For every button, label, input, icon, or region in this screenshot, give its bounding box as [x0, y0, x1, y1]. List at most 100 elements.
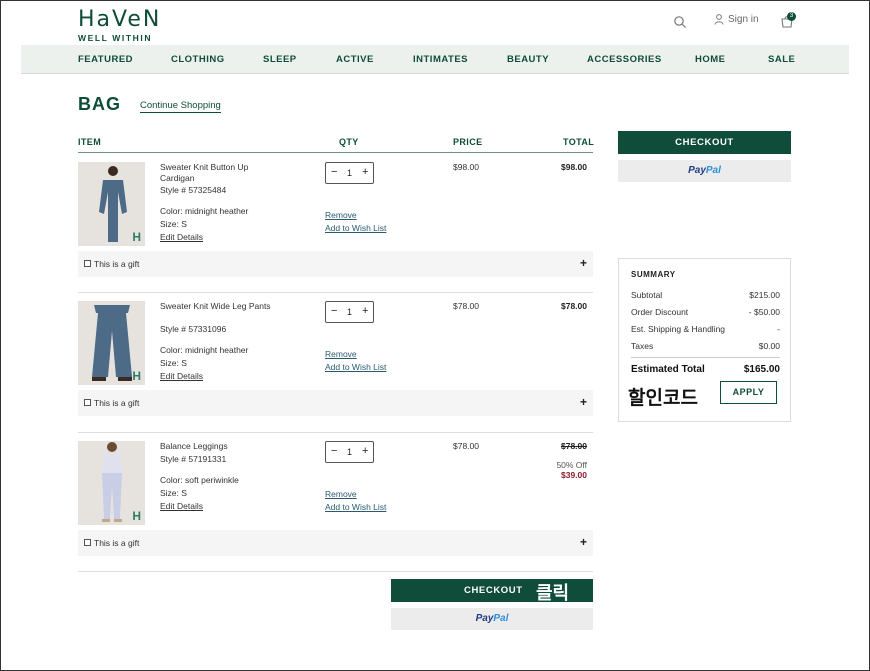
gift-checkbox[interactable] [84, 539, 91, 546]
expand-plus-icon[interactable]: + [580, 395, 587, 409]
logo-wordmark: HaVeN [78, 7, 162, 32]
main-nav: FEATURED CLOTHING SLEEP ACTIVE INTIMATES… [21, 45, 849, 74]
paypal-button[interactable]: PayPal [618, 160, 791, 182]
column-header-qty: QTY [339, 137, 359, 147]
nav-active[interactable]: ACTIVE [336, 54, 374, 65]
column-header-price: PRICE [453, 137, 483, 147]
estimated-total-label: Estimated Total [631, 364, 705, 375]
item-divider [78, 292, 593, 293]
quantity-value[interactable]: 1 [347, 168, 352, 178]
nav-beauty[interactable]: BEAUTY [507, 54, 549, 65]
summary-label: Taxes [631, 341, 654, 351]
item-price: $78.00 [453, 441, 479, 451]
item-total: $78.00 [561, 301, 587, 311]
apply-promo-button[interactable]: APPLY [720, 381, 777, 404]
edit-details-link[interactable]: Edit Details [160, 501, 203, 511]
quantity-plus-button[interactable]: + [362, 166, 368, 178]
summary-row-taxes: Taxes $0.00 [631, 341, 780, 351]
item-divider [78, 432, 593, 433]
summary-row-discount: Order Discount - $50.00 [631, 307, 780, 317]
signin-label: Sign in [728, 14, 759, 25]
product-name[interactable]: Sweater Knit Wide Leg Pants [160, 301, 280, 312]
user-icon [714, 14, 724, 25]
click-annotation: 클릭 [536, 583, 570, 604]
page-title: BAG [78, 94, 121, 114]
gift-option-row[interactable]: This is a gift + [78, 390, 593, 416]
product-color: Color: midnight heather [160, 345, 249, 355]
summary-title: SUMMARY [631, 270, 676, 279]
product-style: Style # 57325484 [160, 185, 227, 195]
remove-link[interactable]: Remove [325, 349, 357, 359]
quantity-value[interactable]: 1 [347, 307, 352, 317]
estimated-total: Estimated Total $165.00 [631, 364, 780, 375]
quantity-value[interactable]: 1 [347, 447, 352, 457]
paypal-logo-pay: Pay [688, 165, 706, 176]
gift-label: This is a gift [94, 398, 140, 408]
product-image[interactable]: H [78, 441, 145, 525]
item-original-total: $78.00 [561, 441, 587, 451]
edit-details-link[interactable]: Edit Details [160, 371, 203, 381]
quantity-minus-button[interactable]: − [331, 166, 337, 178]
column-header-total: TOTAL [563, 137, 595, 147]
product-name[interactable]: Balance Leggings [160, 441, 280, 452]
product-size: Size: S [160, 219, 187, 229]
product-image[interactable]: H [78, 301, 145, 385]
quantity-plus-button[interactable]: + [362, 305, 368, 317]
summary-label: Subtotal [631, 290, 663, 300]
haven-logo[interactable]: HaVeN WELL WITHIN [78, 7, 162, 44]
quantity-stepper: − 1 + [325, 301, 374, 323]
continue-shopping-link[interactable]: Continue Shopping [140, 100, 221, 113]
gift-checkbox[interactable] [84, 399, 91, 406]
discount-label: 50% Off [556, 460, 587, 470]
gift-checkbox[interactable] [84, 260, 91, 267]
item-total: $98.00 [561, 162, 587, 172]
item-divider [78, 571, 593, 572]
logo-tagline: WELL WITHIN [78, 33, 153, 43]
quantity-minus-button[interactable]: − [331, 445, 337, 457]
item-price: $78.00 [453, 301, 479, 311]
add-to-wishlist-link[interactable]: Add to Wish List [325, 223, 386, 233]
nav-home[interactable]: HOME [695, 54, 726, 65]
nav-intimates[interactable]: INTIMATES [413, 54, 468, 65]
nav-featured[interactable]: FEATURED [78, 54, 133, 65]
search-icon[interactable] [673, 15, 687, 29]
add-to-wishlist-link[interactable]: Add to Wish List [325, 502, 386, 512]
product-image[interactable]: H [78, 162, 145, 246]
item-price: $98.00 [453, 162, 479, 172]
nav-accessories[interactable]: ACCESSORIES [587, 54, 662, 65]
signin-link[interactable]: Sign in [714, 14, 759, 25]
bottom-paypal-button[interactable]: PayPal [391, 608, 593, 630]
gift-option-row[interactable]: This is a gift + [78, 530, 593, 556]
remove-link[interactable]: Remove [325, 210, 357, 220]
paypal-logo-pal: Pal [493, 613, 509, 624]
bottom-checkout-button[interactable]: CHECKOUT 클릭 [391, 579, 593, 604]
column-header-item: ITEM [78, 137, 102, 147]
bag-item: H Sweater Knit Button Up Cardigan Style … [78, 162, 593, 278]
product-name[interactable]: Sweater Knit Button Up Cardigan [160, 162, 280, 184]
checkout-button[interactable]: CHECKOUT [618, 131, 791, 154]
product-size: Size: S [160, 488, 187, 498]
product-size: Size: S [160, 358, 187, 368]
quantity-plus-button[interactable]: + [362, 445, 368, 457]
expand-plus-icon[interactable]: + [580, 256, 587, 270]
product-color: Color: soft periwinkle [160, 475, 239, 485]
edit-details-link[interactable]: Edit Details [160, 232, 203, 242]
remove-link[interactable]: Remove [325, 489, 357, 499]
sale-total: $39.00 [561, 470, 587, 480]
nav-sleep[interactable]: SLEEP [263, 54, 297, 65]
gift-option-row[interactable]: This is a gift + [78, 251, 593, 277]
product-style: Style # 57331096 [160, 324, 227, 334]
summary-value: - [777, 324, 780, 334]
add-to-wishlist-link[interactable]: Add to Wish List [325, 362, 386, 372]
nav-sale[interactable]: SALE [768, 54, 795, 65]
gift-label: This is a gift [94, 538, 140, 548]
nav-clothing[interactable]: CLOTHING [171, 54, 225, 65]
gift-label: This is a gift [94, 259, 140, 269]
summary-divider [631, 357, 780, 358]
summary-value: $0.00 [758, 341, 780, 351]
paypal-logo-pay: Pay [475, 613, 494, 624]
summary-value: $215.00 [749, 290, 780, 300]
expand-plus-icon[interactable]: + [580, 535, 587, 549]
header-divider [78, 152, 593, 153]
quantity-minus-button[interactable]: − [331, 305, 337, 317]
